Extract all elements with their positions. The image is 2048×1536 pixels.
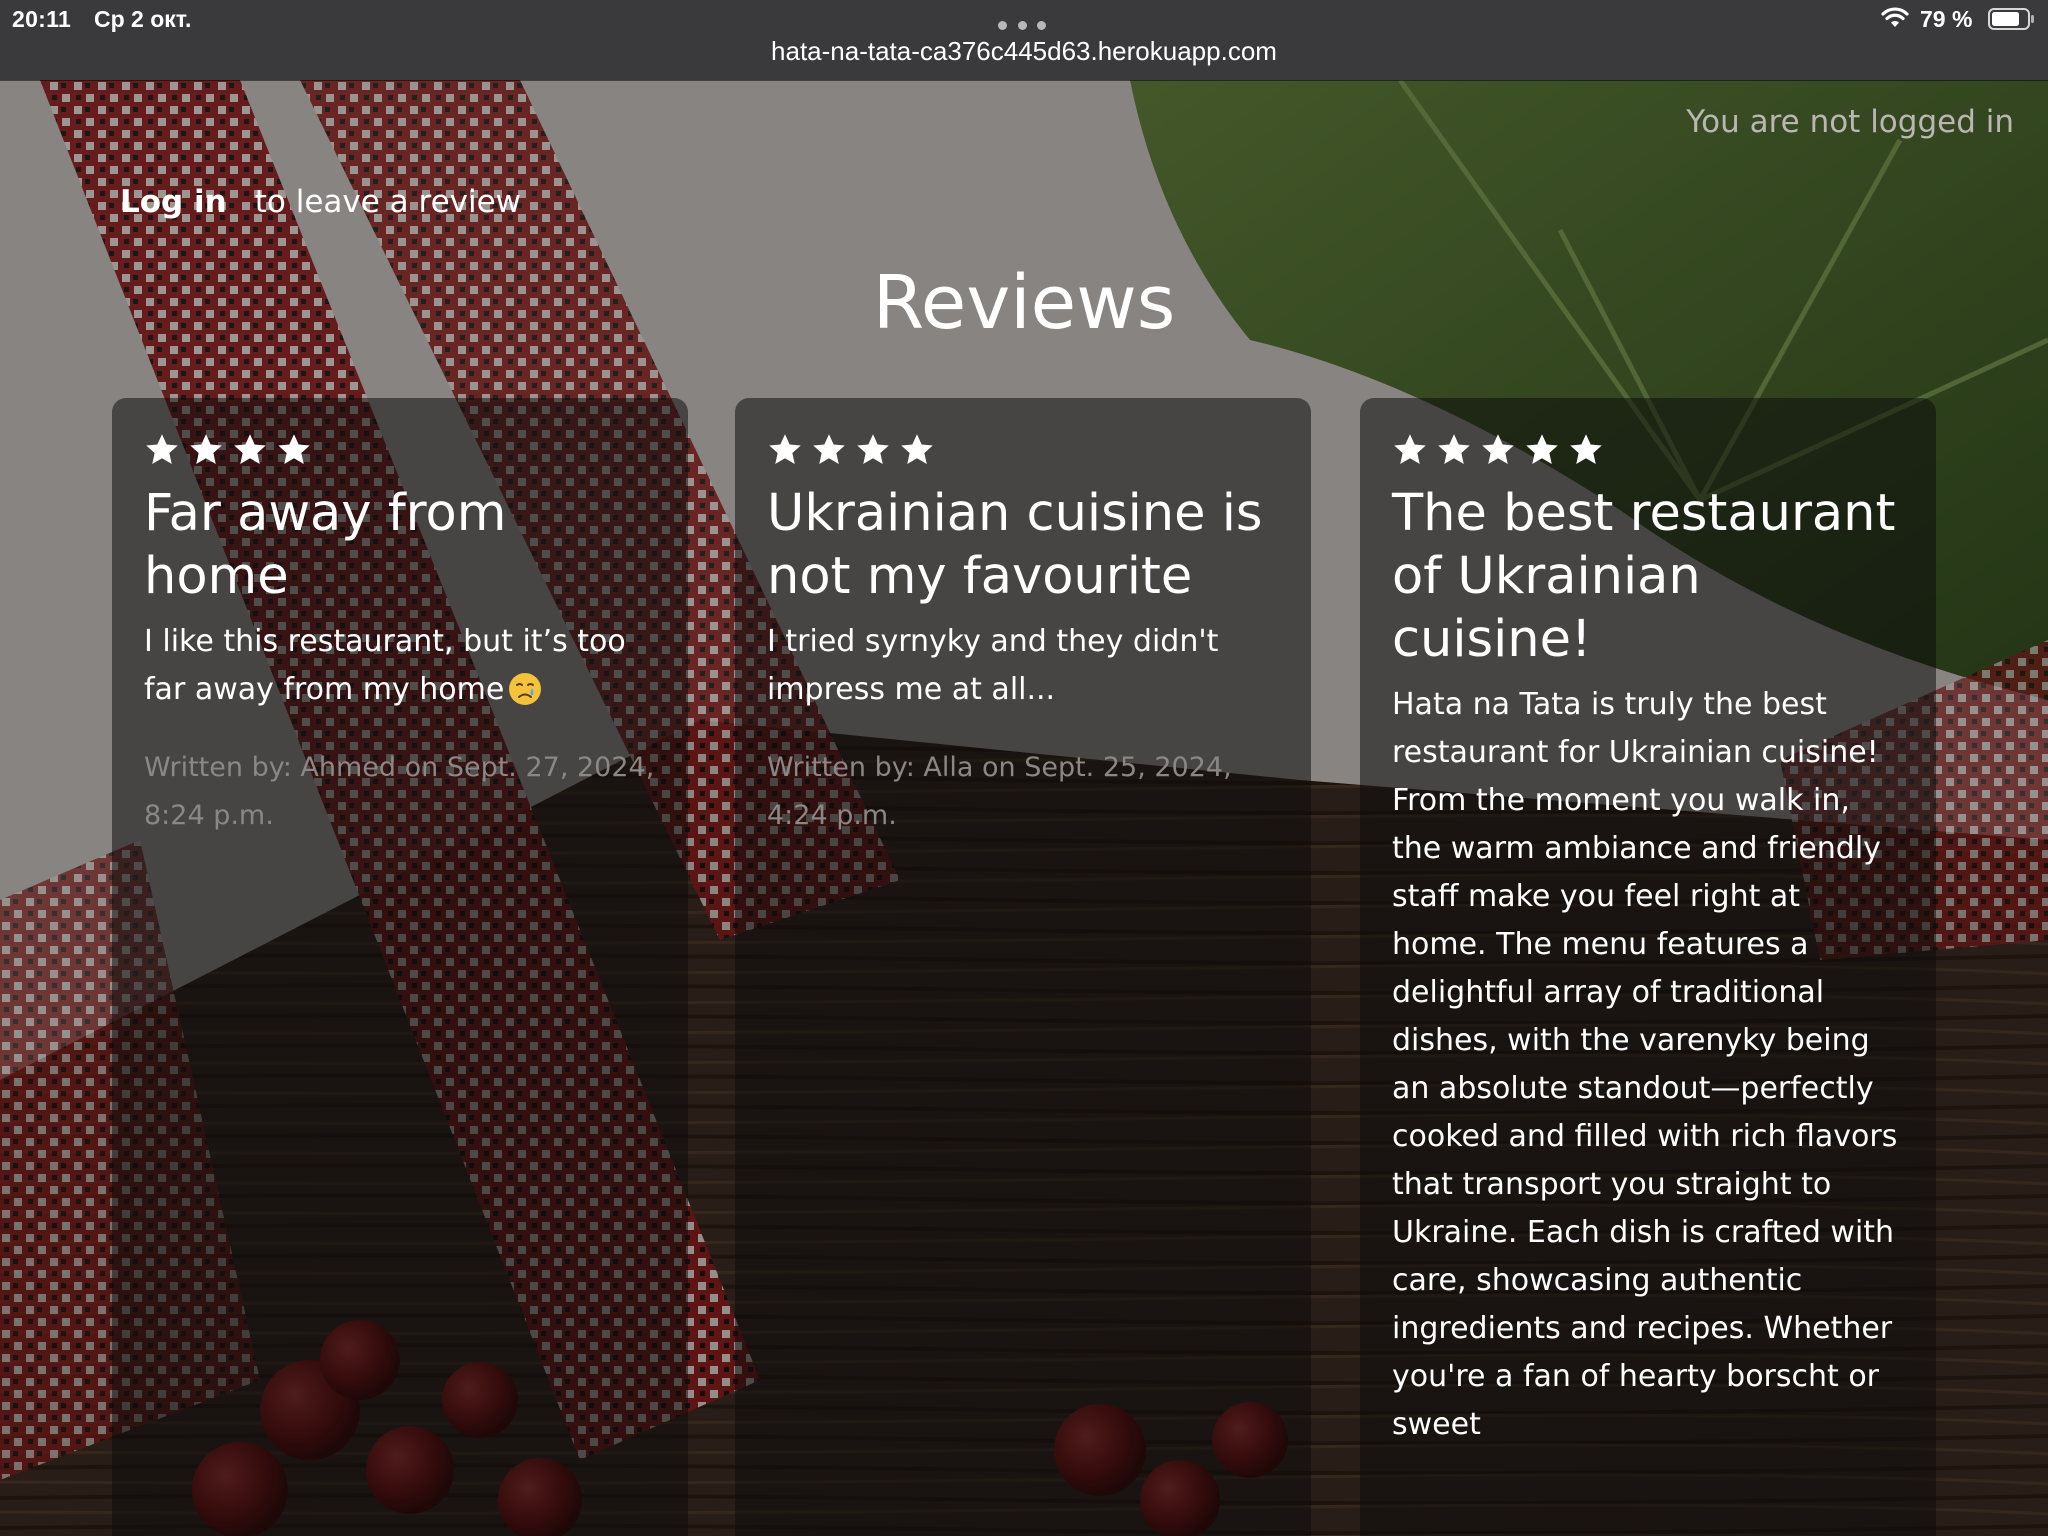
browser-top-bar: 20:11 Ср 2 окт. hata-na-tata-ca376c445d6… [0, 0, 2048, 80]
url-address[interactable]: hata-na-tata-ca376c445d63.herokuapp.com [0, 36, 2048, 67]
login-link[interactable]: Log in [120, 184, 227, 220]
star-icon [1526, 434, 1558, 464]
star-icon [278, 434, 310, 464]
star-rating [1392, 432, 1904, 468]
review-list: Far away from home I like this restauran… [112, 398, 1936, 1536]
page-title: Reviews [872, 260, 1176, 346]
star-rating [767, 432, 1279, 468]
status-date: Ср 2 окт. [94, 6, 192, 32]
star-icon [190, 434, 222, 464]
review-title: The best restaurant of Ukrainian cuisine… [1392, 484, 1896, 669]
star-icon [146, 434, 178, 464]
star-icon [901, 434, 933, 464]
page: 20:11 Ср 2 окт. hata-na-tata-ca376c445d6… [0, 0, 2048, 1536]
review-body: I tried syrnyky and they didn't impress … [767, 624, 1219, 707]
crying-face-icon [509, 673, 542, 705]
star-rating [144, 432, 656, 468]
reviews-page: You are not logged in Log in to leave a r… [0, 80, 2048, 1536]
more-dots-icon[interactable] [998, 18, 1046, 32]
star-icon [234, 434, 266, 464]
review-body: I like this restaurant, but it’s too far… [144, 618, 656, 714]
login-prompt: Log in to leave a review [120, 184, 521, 220]
review-card: The best restaurant of Ukrainian cuisine… [1360, 398, 1936, 1536]
star-icon [1570, 434, 1602, 464]
review-card: Ukrainian cuisine is not my favourite I … [735, 398, 1311, 1536]
star-icon [769, 434, 801, 464]
star-icon [1482, 434, 1514, 464]
login-prompt-text: to leave a review [254, 184, 522, 220]
battery-icon [1988, 8, 2034, 30]
review-title: Far away from home [144, 484, 507, 606]
battery-percentage: 79 % [1920, 6, 1973, 32]
star-icon [813, 434, 845, 464]
wifi-icon [1881, 7, 1909, 27]
review-body: Hata na Tata is truly the best restauran… [1392, 687, 1898, 1442]
review-title: Ukrainian cuisine is not my favourite [767, 484, 1263, 606]
review-meta: Written by: Ahmed on Sept. 27, 2024, 8:2… [144, 752, 655, 831]
review-meta: Written by: Alla on Sept. 25, 2024, 4:24… [767, 752, 1232, 831]
review-body-text: I like this restaurant, but it’s too far… [144, 624, 626, 707]
status-time: 20:11 [12, 6, 72, 32]
login-status: You are not logged in [1686, 104, 2014, 140]
star-icon [1438, 434, 1470, 464]
star-icon [1394, 434, 1426, 464]
star-icon [857, 434, 889, 464]
review-card: Far away from home I like this restauran… [112, 398, 688, 1536]
